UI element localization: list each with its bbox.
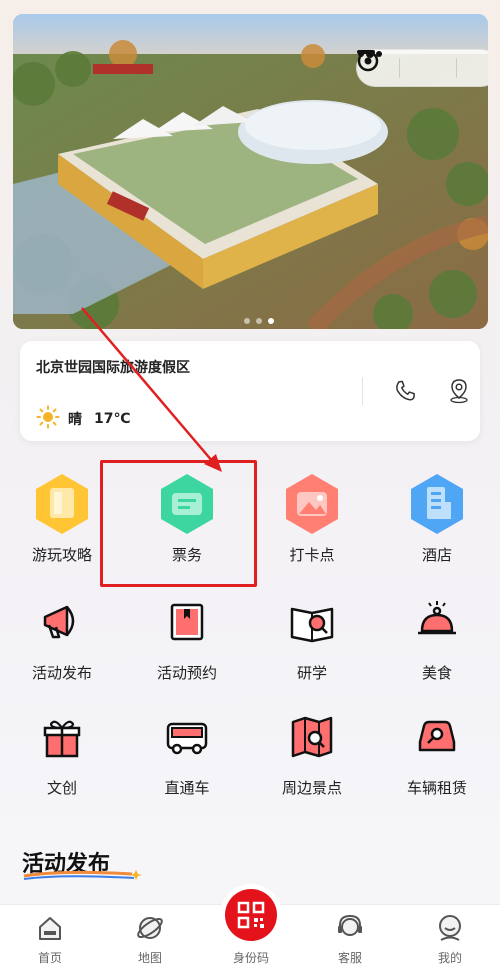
tab-label: 地图 xyxy=(137,951,162,965)
qr-code-icon xyxy=(237,901,265,929)
tab-label: 我的 xyxy=(437,951,462,965)
tab-label: 客服 xyxy=(337,951,362,965)
map-planet-icon xyxy=(137,917,163,939)
tab-map[interactable]: 地图 xyxy=(120,913,180,966)
tab-home[interactable]: 首页 xyxy=(20,913,80,966)
tab-id-code[interactable] xyxy=(220,884,282,946)
headset-icon xyxy=(338,914,362,936)
annotation-arrow xyxy=(81,307,222,472)
title-swoosh-icon xyxy=(23,870,142,880)
tab-service[interactable]: 客服 xyxy=(320,913,380,966)
qr-code-button xyxy=(225,889,277,941)
tab-label: 首页 xyxy=(37,951,62,965)
home-icon xyxy=(39,917,61,940)
tab-label-id-code: 身份码 xyxy=(232,951,269,965)
tab-mine[interactable]: 我的 xyxy=(420,913,480,966)
user-face-icon xyxy=(439,915,461,941)
